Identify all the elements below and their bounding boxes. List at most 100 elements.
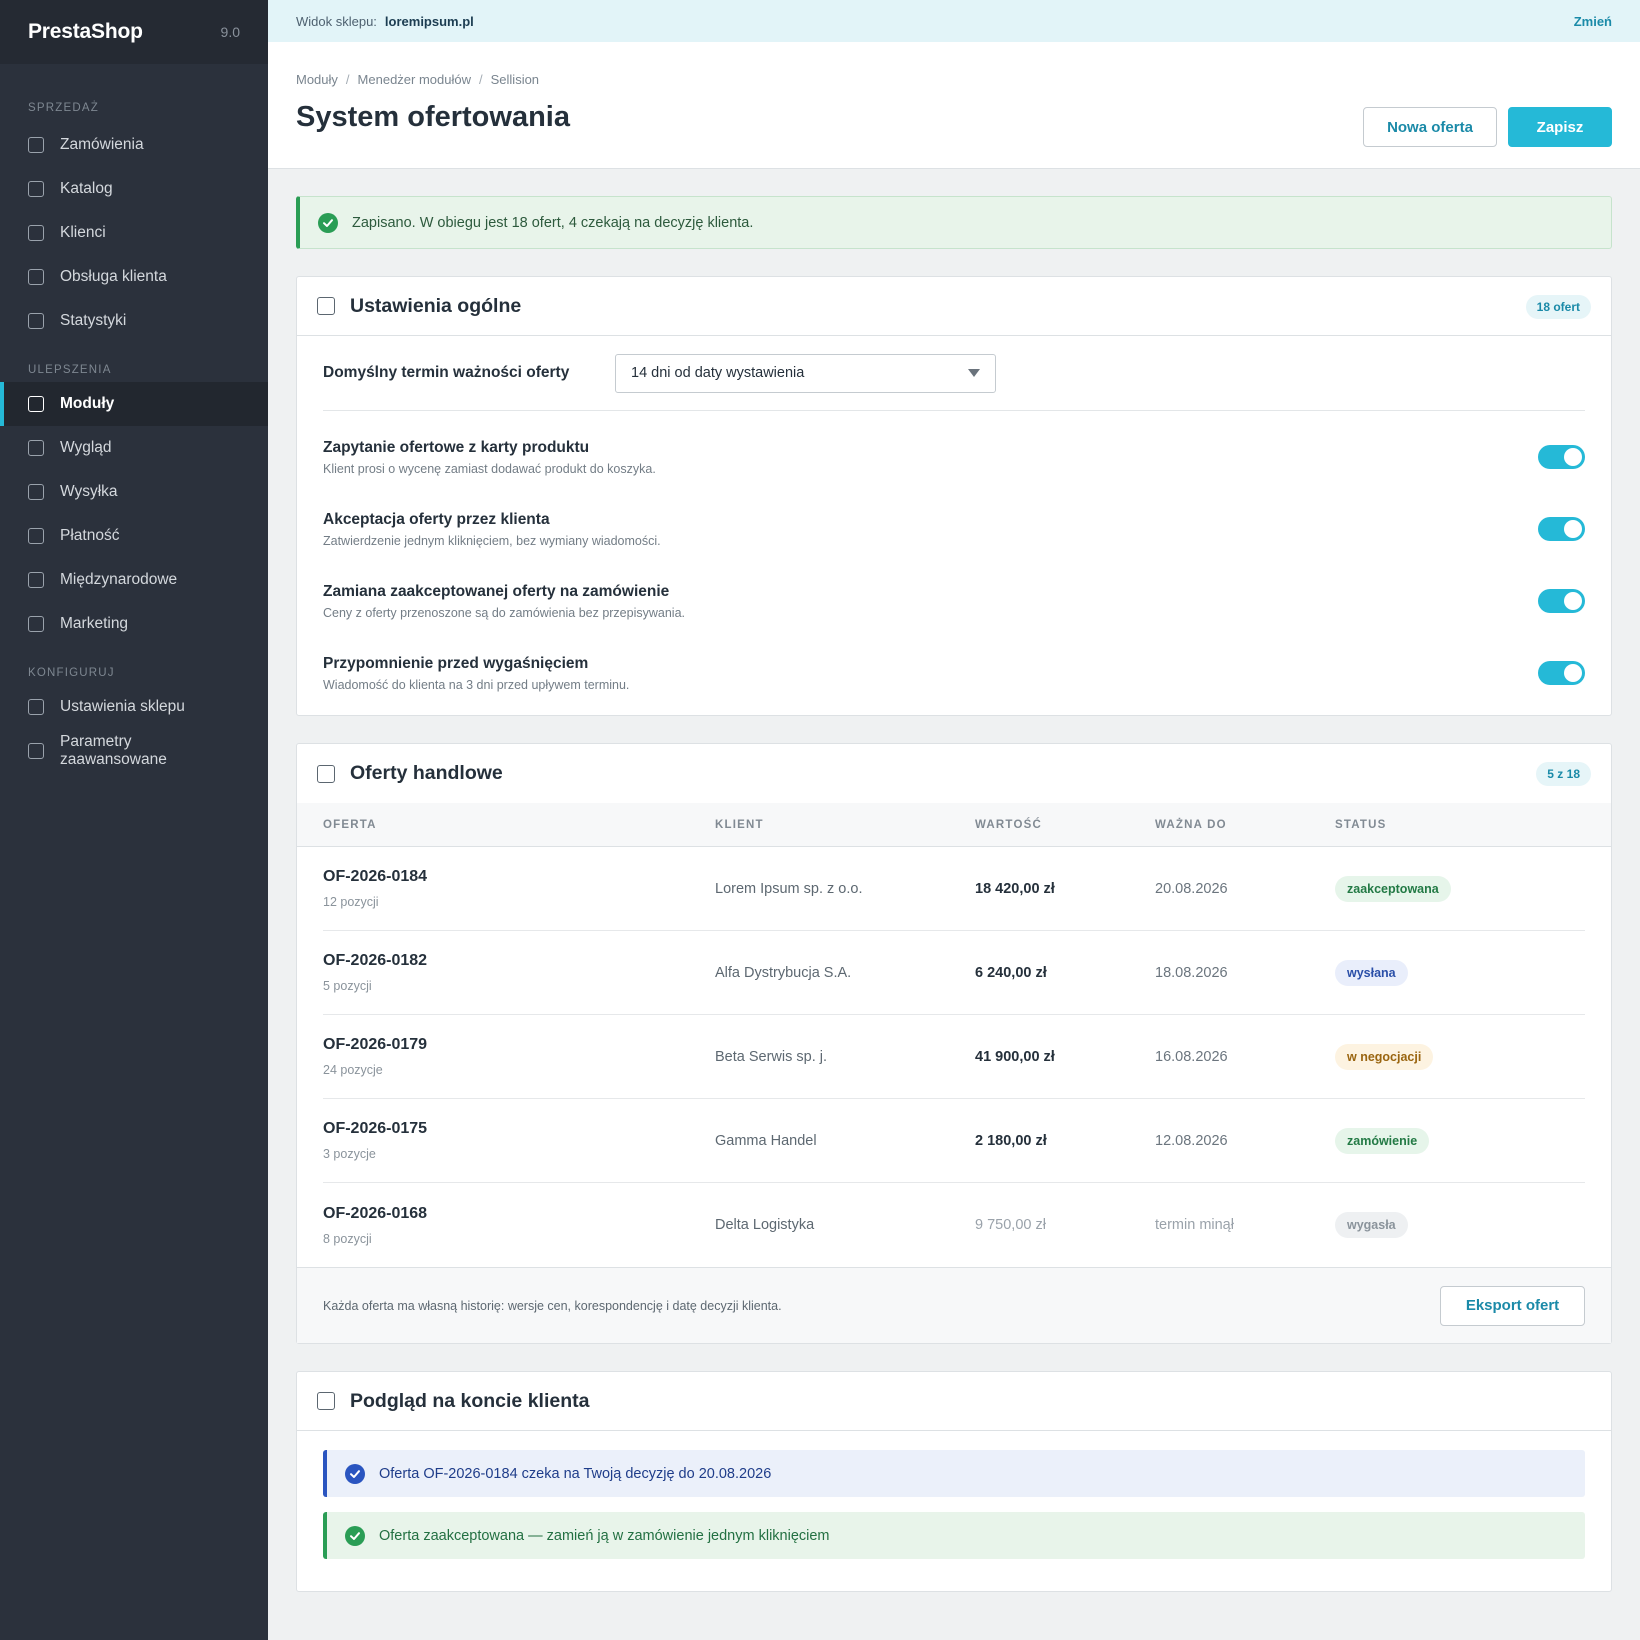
card-checkbox-icon bbox=[317, 764, 335, 783]
sidebar-item-ustawienia-sklepu[interactable]: Ustawienia sklepu bbox=[0, 685, 268, 729]
offer-value: 41 900,00 zł bbox=[975, 1048, 1055, 1065]
status-cell: zamówienie bbox=[1335, 1127, 1585, 1154]
sidebar-item-obsluga-klienta[interactable]: Obsługa klienta bbox=[0, 255, 268, 299]
card-header: Podgląd na koncie klienta bbox=[297, 1372, 1611, 1431]
export-offers-button[interactable]: Eksport ofert bbox=[1440, 1285, 1585, 1326]
checkbox-icon bbox=[28, 743, 44, 759]
client-name: Lorem Ipsum sp. z o.o. bbox=[715, 880, 863, 897]
toggle-row: Zapytanie ofertowe z karty produktu Klien… bbox=[297, 421, 1611, 493]
toggle-description: Wiadomość do klienta na 3 dni przed upły… bbox=[323, 677, 630, 692]
table-row[interactable]: OF-2026-0184 12 pozycji Lorem Ipsum sp. z … bbox=[323, 847, 1585, 931]
offer-value: 6 240,00 zł bbox=[975, 964, 1047, 981]
breadcrumb-separator: / bbox=[479, 72, 483, 87]
sidebar-item-parametry-zaawansowane[interactable]: Parametry zaawansowane bbox=[0, 729, 268, 773]
toggle-switch[interactable] bbox=[1538, 661, 1585, 685]
card-title: Podgląd na koncie klienta bbox=[350, 1389, 590, 1412]
success-alert-text: Zapisano. W obiegu jest 18 ofert, 4 czek… bbox=[352, 214, 754, 231]
column-header[interactable]: KLIENT bbox=[715, 819, 975, 831]
table-row[interactable]: OF-2026-0175 3 pozycje Gamma Handel 2 180,0… bbox=[323, 1099, 1585, 1183]
checkbox-icon bbox=[28, 137, 44, 153]
sidebar-item-katalog[interactable]: Katalog bbox=[0, 167, 268, 211]
offer-positions: 12 pozycji bbox=[323, 895, 379, 909]
status-badge: zamówienie bbox=[1335, 1127, 1430, 1154]
table-footer-text: Każda oferta ma własną historię: wersje … bbox=[323, 1298, 782, 1313]
sidebar-section-title: ULEPSZENIA bbox=[28, 364, 112, 376]
offer-cell: OF-2026-0175 3 pozycje bbox=[323, 1120, 715, 1161]
count-badge: 5 z 18 bbox=[1536, 762, 1591, 786]
offer-positions: 8 pozycji bbox=[323, 1231, 372, 1246]
success-alert: Zapisano. W obiegu jest 18 ofert, 4 czek… bbox=[296, 196, 1612, 249]
table-header: OFERTA KLIENT WARTOŚĆ WAŻNA DO STATUS bbox=[297, 803, 1611, 847]
status-badge: w negocjacji bbox=[1335, 1043, 1434, 1070]
sidebar-item-statystyki[interactable]: Statystyki bbox=[0, 299, 268, 343]
column-header[interactable]: WARTOŚĆ bbox=[975, 819, 1155, 831]
card-title: Ustawienia ogólne bbox=[350, 294, 522, 317]
column-header[interactable]: WAŻNA DO bbox=[1155, 819, 1335, 831]
brand-logo[interactable]: PrestaShop bbox=[28, 20, 143, 44]
breadcrumb: Moduły / Menedżer modułów / Sellision bbox=[296, 42, 1612, 87]
shop-context: Widok sklepu: loremipsum.pl bbox=[296, 14, 474, 29]
sidebar-item-marketing[interactable]: Marketing bbox=[0, 602, 268, 646]
sidebar-item-zamowienia[interactable]: Zamówienia bbox=[0, 123, 268, 167]
check-circle-icon bbox=[345, 1463, 365, 1484]
column-header[interactable]: STATUS bbox=[1335, 819, 1585, 831]
sidebar-item-miedzynarodowe[interactable]: Międzynarodowe bbox=[0, 558, 268, 602]
shop-context-label: Widok sklepu: bbox=[296, 13, 377, 29]
breadcrumb-item[interactable]: Sellision bbox=[491, 72, 539, 87]
sidebar-item-klienci[interactable]: Klienci bbox=[0, 211, 268, 255]
page-content: Zapisano. W obiegu jest 18 ofert, 4 czek… bbox=[268, 169, 1640, 1592]
sidebar-item-moduly[interactable]: Moduły bbox=[0, 382, 268, 426]
new-offer-button[interactable]: Nowa oferta bbox=[1363, 107, 1497, 147]
checkbox-icon bbox=[28, 313, 44, 329]
change-shop-link[interactable]: Zmień bbox=[1574, 14, 1612, 29]
offer-value: 2 180,00 zł bbox=[975, 1132, 1047, 1149]
breadcrumb-item[interactable]: Menedżer modułów bbox=[358, 72, 471, 87]
table-row[interactable]: OF-2026-0179 24 pozycje Beta Serwis sp. j.… bbox=[323, 1015, 1585, 1099]
sidebar-item-label: Wysyłka bbox=[60, 483, 118, 500]
offer-positions: 5 pozycji bbox=[323, 979, 372, 993]
toggle-switch[interactable] bbox=[1538, 517, 1585, 541]
shop-name[interactable]: loremipsum.pl bbox=[385, 14, 474, 29]
sidebar-item-label: Moduły bbox=[60, 395, 115, 412]
offer-positions: 24 pozycje bbox=[323, 1063, 383, 1077]
toggle-switch[interactable] bbox=[1538, 445, 1585, 469]
checkbox-icon bbox=[28, 528, 44, 544]
sidebar-item-label: Parametry zaawansowane bbox=[60, 733, 167, 768]
validity-select[interactable]: 14 dni od daty wystawienia bbox=[615, 353, 996, 393]
checkbox-icon bbox=[28, 616, 44, 632]
breadcrumb-item[interactable]: Moduły bbox=[296, 72, 338, 87]
sidebar-item-platnosc[interactable]: Płatność bbox=[0, 514, 268, 558]
offer-id[interactable]: OF-2026-0175 bbox=[323, 1120, 715, 1138]
table-footer: Każda oferta ma własną historię: wersje … bbox=[297, 1267, 1611, 1343]
sidebar-section-title: KONFIGURUJ bbox=[28, 667, 115, 679]
toggle-switch[interactable] bbox=[1538, 589, 1585, 613]
sidebar-item-wyglad[interactable]: Wygląd bbox=[0, 426, 268, 470]
offer-id[interactable]: OF-2026-0168 bbox=[323, 1205, 715, 1223]
table-row[interactable]: OF-2026-0182 5 pozycji Alfa Dystrybucja S.… bbox=[323, 931, 1585, 1015]
offer-id[interactable]: OF-2026-0182 bbox=[323, 952, 715, 970]
save-button[interactable]: Zapisz bbox=[1508, 107, 1612, 147]
status-cell: w negocjacji bbox=[1335, 1043, 1585, 1070]
sidebar-item-wysylka[interactable]: Wysyłka bbox=[0, 470, 268, 514]
toggle-title: Przypomnienie przed wygaśnięciem bbox=[323, 654, 589, 672]
checkbox-icon bbox=[28, 181, 44, 197]
checkbox-icon bbox=[28, 572, 44, 588]
sidebar: PrestaShop 9.0 SPRZEDAŻ Zamówienia Katal… bbox=[0, 0, 268, 1640]
column-header[interactable]: OFERTA bbox=[323, 819, 715, 831]
validity-label: Domyślny termin ważności oferty bbox=[323, 364, 570, 381]
breadcrumb-separator: / bbox=[345, 72, 350, 87]
page-header: Moduły / Menedżer modułów / Sellision System… bbox=[268, 42, 1640, 169]
sidebar-item-label: Statystyki bbox=[60, 312, 127, 329]
offer-id[interactable]: OF-2026-0179 bbox=[323, 1036, 715, 1054]
checkbox-icon bbox=[28, 225, 44, 241]
valid-until: 12.08.2026 bbox=[1155, 1132, 1228, 1149]
status-badge: wygasła bbox=[1335, 1212, 1408, 1238]
offer-id[interactable]: OF-2026-0184 bbox=[323, 868, 715, 886]
count-badge: 18 ofert bbox=[1525, 295, 1591, 319]
table-row[interactable]: OF-2026-0168 8 pozycji Delta Logistyka 9 75… bbox=[323, 1183, 1585, 1267]
caret-down-icon bbox=[968, 369, 980, 377]
toggle-title: Akceptacja oferty przez klienta bbox=[323, 510, 550, 528]
valid-until: termin minął bbox=[1155, 1217, 1234, 1233]
sidebar-item-label: Ustawienia sklepu bbox=[60, 698, 185, 715]
check-circle-icon bbox=[318, 212, 338, 233]
